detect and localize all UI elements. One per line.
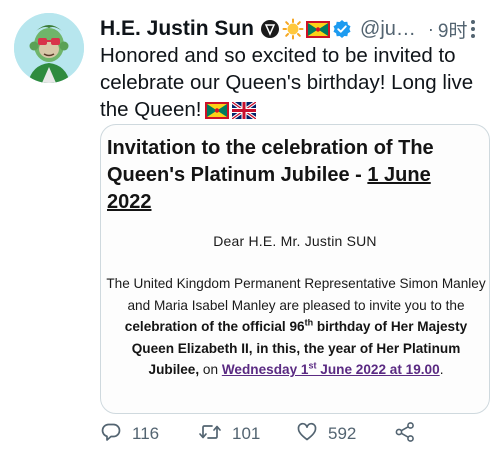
handle[interactable]: @ju… <box>360 18 416 41</box>
grenada-flag-icon <box>306 20 331 38</box>
reply-count: 116 <box>132 424 160 443</box>
verified-badge-icon <box>332 19 352 39</box>
more-options-icon[interactable] <box>462 18 484 40</box>
like-button[interactable]: 592 <box>296 420 356 448</box>
uk-flag-icon <box>232 102 257 119</box>
reply-button[interactable]: 116 <box>100 420 159 448</box>
heart-icon <box>296 421 318 448</box>
reply-icon <box>100 421 122 448</box>
tweet-text: Honored and so excited to be invited to … <box>100 42 490 123</box>
ape-avatar-icon <box>14 13 84 83</box>
retweet-icon <box>198 421 222 448</box>
share-button[interactable] <box>394 420 416 448</box>
tweet-actions: 116 101 592 <box>100 420 492 448</box>
tweet-emoji <box>205 102 259 119</box>
avatar[interactable] <box>14 13 84 83</box>
tweet: H.E. Justin Sun @ju… · 9时 Honored and so… <box>0 0 500 461</box>
invitation-image[interactable]: Invitation to the celebration of The Que… <box>100 124 490 414</box>
tron-logo-icon <box>260 19 280 39</box>
invitation-salutation: Dear H.E. Mr. Justin SUN <box>213 233 377 249</box>
tweet-header: H.E. Justin Sun @ju… · 9时 <box>100 12 492 46</box>
retweet-count: 101 <box>232 424 261 443</box>
tweet-body: Honored and so excited to be invited to … <box>100 44 474 121</box>
separator-dot: · <box>427 18 434 39</box>
invitation-date-link: Wednesday 1st June 2022 at 19.00 <box>221 360 440 377</box>
name-badges <box>260 18 354 40</box>
sun-emoji-icon <box>282 18 304 40</box>
retweet-button[interactable]: 101 <box>198 420 260 448</box>
like-count: 592 <box>328 424 357 443</box>
grenada-flag-icon <box>205 102 230 119</box>
share-icon <box>394 421 416 448</box>
invitation-title: Invitation to the celebration of The Que… <box>107 137 434 213</box>
display-name[interactable]: H.E. Justin Sun <box>100 17 254 41</box>
invitation-body: The United Kingdom Permanent Representat… <box>106 276 486 377</box>
